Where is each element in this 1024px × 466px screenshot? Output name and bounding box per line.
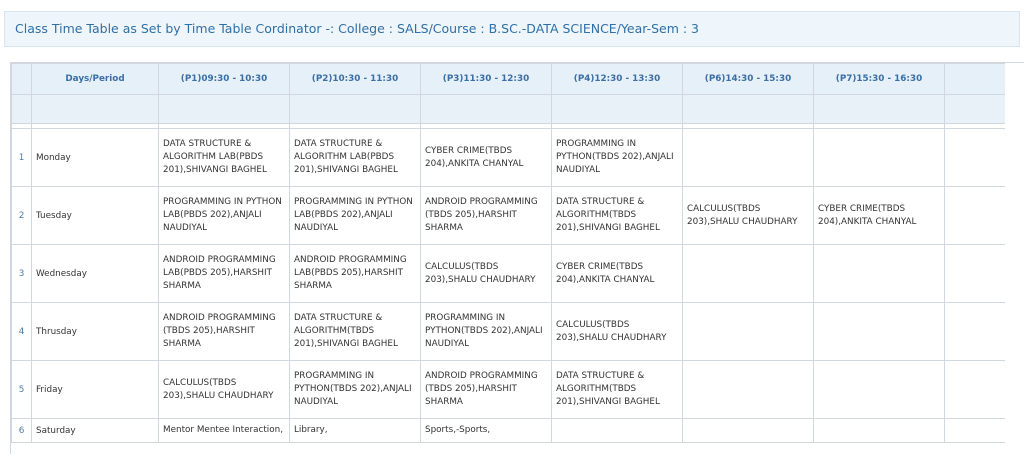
row-number: 2	[11, 186, 32, 245]
period-cell: ANDROID PROGRAMMING LAB(PBDS 205),HARSHI…	[289, 244, 421, 303]
column-header-index	[11, 63, 32, 95]
filler-cell	[944, 128, 1005, 187]
row-number: 4	[11, 302, 32, 361]
table-row: 3 Wednesday ANDROID PROGRAMMING LAB(PBDS 2…	[11, 244, 1005, 303]
period-cell: CYBER CRIME(TBDS 204),ANKITA CHANYAL	[813, 186, 945, 245]
period-cell: CALCULUS(TBDS 203),SHALU CHAUDHARY	[682, 186, 814, 245]
timetable-table-container: Days/Period (P1)09:30 - 10:30 (P2)10:30 …	[10, 62, 1024, 454]
period-cell: ANDROID PROGRAMMING LAB(PBDS 205),HARSHI…	[158, 244, 290, 303]
row-number: 6	[11, 418, 32, 443]
day-name: Tuesday	[31, 186, 159, 245]
table-row: 4 Thrusday ANDROID PROGRAMMING (TBDS 205),…	[11, 302, 1005, 361]
period-cell	[682, 302, 814, 361]
table-row: 2 Tuesday PROGRAMMING IN PYTHON LAB(PBDS 2…	[11, 186, 1005, 245]
period-cell: CYBER CRIME(TBDS 204),ANKITA CHANYAL	[420, 128, 552, 187]
period-cell	[813, 128, 945, 187]
filler-cell	[944, 302, 1005, 361]
period-cell	[682, 418, 814, 443]
period-cell: DATA STRUCTURE & ALGORITHM(TBDS 201),SHI…	[551, 186, 683, 245]
table-row: 5 Friday CALCULUS(TBDS 203),SHALU CHAUDHAR…	[11, 360, 1005, 419]
period-cell: PROGRAMMING IN PYTHON LAB(PBDS 202),ANJA…	[289, 186, 421, 245]
period-cell	[813, 302, 945, 361]
period-cell: CALCULUS(TBDS 203),SHALU CHAUDHARY	[420, 244, 552, 303]
table-header-row: Days/Period (P1)09:30 - 10:30 (P2)10:30 …	[11, 63, 1005, 95]
row-number: 1	[11, 128, 32, 187]
period-cell: DATA STRUCTURE & ALGORITHM LAB(PBDS 201)…	[158, 128, 290, 187]
period-cell: Library,	[289, 418, 421, 443]
column-header-days: Days/Period	[31, 63, 159, 95]
table-spacer-row	[11, 94, 1005, 124]
period-cell	[551, 418, 683, 443]
period-cell: Sports,-Sports,	[420, 418, 552, 443]
day-name: Thrusday	[31, 302, 159, 361]
day-name: Monday	[31, 128, 159, 187]
column-header-p7: (P7)15:30 - 16:30	[813, 63, 945, 95]
period-cell: PROGRAMMING IN PYTHON(TBDS 202),ANJALI N…	[551, 128, 683, 187]
period-cell	[813, 244, 945, 303]
table-row: 1 Monday DATA STRUCTURE & ALGORITHM LAB(PB…	[11, 128, 1005, 187]
column-header-p6: (P6)14:30 - 15:30	[682, 63, 814, 95]
row-number: 5	[11, 360, 32, 419]
period-cell: ANDROID PROGRAMMING (TBDS 205),HARSHIT S…	[420, 360, 552, 419]
period-cell: DATA STRUCTURE & ALGORITHM LAB(PBDS 201)…	[289, 128, 421, 187]
column-header-p1: (P1)09:30 - 10:30	[158, 63, 290, 95]
filler-cell	[944, 186, 1005, 245]
filler-cell	[944, 360, 1005, 419]
period-cell: DATA STRUCTURE & ALGORITHM(TBDS 201),SHI…	[289, 302, 421, 361]
column-header-p4: (P4)12:30 - 13:30	[551, 63, 683, 95]
period-cell: ANDROID PROGRAMMING (TBDS 205),HARSHIT S…	[420, 186, 552, 245]
table-row: 6 Saturday Mentor Mentee Interaction, Libra…	[11, 418, 1005, 443]
period-cell: Mentor Mentee Interaction,	[158, 418, 290, 443]
period-cell: CALCULUS(TBDS 203),SHALU CHAUDHARY	[158, 360, 290, 419]
period-cell: ANDROID PROGRAMMING (TBDS 205),HARSHIT S…	[158, 302, 290, 361]
day-name: Friday	[31, 360, 159, 419]
period-cell	[813, 418, 945, 443]
row-number: 3	[11, 244, 32, 303]
period-cell: PROGRAMMING IN PYTHON(TBDS 202),ANJALI N…	[289, 360, 421, 419]
day-name: Wednesday	[31, 244, 159, 303]
column-header-p3: (P3)11:30 - 12:30	[420, 63, 552, 95]
period-cell	[813, 360, 945, 419]
period-cell: CYBER CRIME(TBDS 204),ANKITA CHANYAL	[551, 244, 683, 303]
period-cell: PROGRAMMING IN PYTHON LAB(PBDS 202),ANJA…	[158, 186, 290, 245]
timetable-heading-bar: Class Time Table as Set by Time Table Co…	[4, 11, 1020, 47]
period-cell: CALCULUS(TBDS 203),SHALU CHAUDHARY	[551, 302, 683, 361]
filler-cell	[944, 244, 1005, 303]
timetable-panel: Class Time Table as Set by Time Table Co…	[0, 0, 1024, 466]
column-header-filler	[944, 63, 1005, 95]
period-cell	[682, 128, 814, 187]
period-cell: DATA STRUCTURE & ALGORITHM(TBDS 201),SHI…	[551, 360, 683, 419]
filler-cell	[944, 418, 1005, 443]
timetable-title: Class Time Table as Set by Time Table Co…	[15, 21, 699, 36]
column-header-p2: (P2)10:30 - 11:30	[289, 63, 421, 95]
period-cell	[682, 360, 814, 419]
timetable-table: Days/Period (P1)09:30 - 10:30 (P2)10:30 …	[11, 63, 1005, 443]
day-name: Saturday	[31, 418, 159, 443]
period-cell	[682, 244, 814, 303]
period-cell: PROGRAMMING IN PYTHON(TBDS 202),ANJALI N…	[420, 302, 552, 361]
